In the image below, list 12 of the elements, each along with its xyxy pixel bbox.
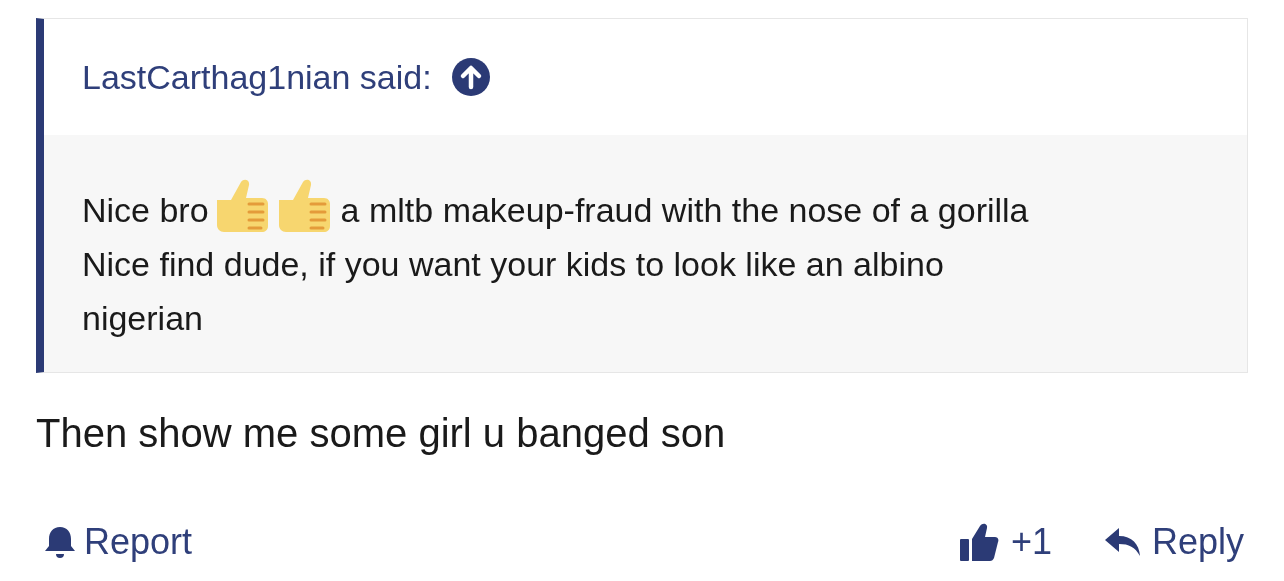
quote-text: a mltb makeup-fraud with the nose of a gorilla xyxy=(340,190,1029,231)
quote-text: Nice bro xyxy=(82,190,209,231)
reply-button[interactable]: Reply xyxy=(1151,515,1244,569)
bell-icon[interactable] xyxy=(44,525,76,559)
report-link[interactable]: Report xyxy=(84,515,193,569)
message-text: Then show me some girl u banged son xyxy=(36,410,727,457)
thumbs-up-icon[interactable] xyxy=(958,522,999,562)
like-count: +1 xyxy=(1010,520,1052,564)
arrow-up-icon[interactable] xyxy=(451,58,490,96)
reply-arrow-icon[interactable] xyxy=(1103,526,1142,558)
quote-text: Nice find dude, if you want your kids to look like an albino nigerian xyxy=(82,244,945,339)
quote-attribution[interactable]: LastCarthag1nian said: xyxy=(82,51,432,103)
